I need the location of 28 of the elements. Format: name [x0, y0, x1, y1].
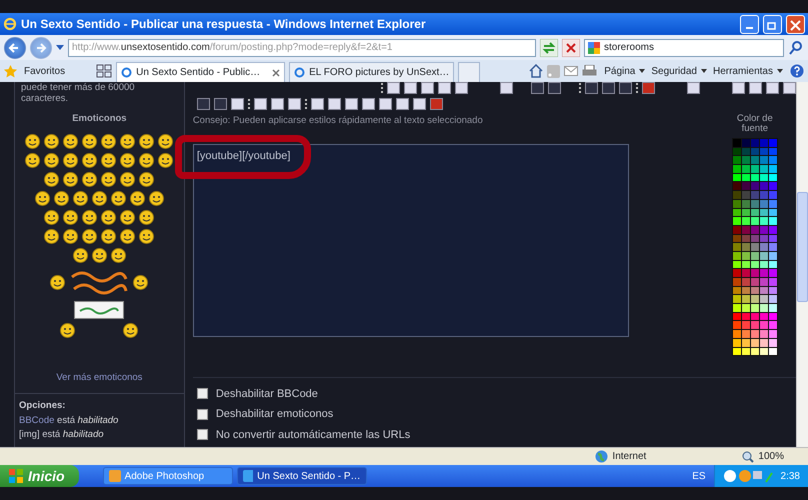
- tip-text: Consejo: Pueden aplicarse estilos rápidamente al texto seleccionado: [192, 114, 484, 128]
- search-field[interactable]: storerooms: [584, 38, 784, 56]
- font-color-label: Color de fuente: [736, 114, 774, 134]
- option-text: BBCode está habilitado: [19, 414, 120, 428]
- bbcode-link[interactable]: BBCode: [19, 414, 54, 426]
- checkbox-label: No convertir automáticamente las URLs: [216, 428, 410, 442]
- zone-text: Internet: [612, 450, 648, 464]
- taskbar-button[interactable]: Un Sexto Sentido - P…: [236, 467, 367, 485]
- language-indicator[interactable]: ES: [692, 468, 706, 484]
- emoticons-heading: Emoticonos: [71, 112, 128, 126]
- browser-tab[interactable]: Un Sexto Sentido - Public…: [116, 62, 286, 82]
- checkbox-label: Deshabilitar BBCode: [216, 386, 318, 402]
- options-heading: Opciones:: [19, 399, 66, 414]
- browser-tab[interactable]: EL FORO pictures by UnSext…: [289, 62, 454, 82]
- address-field[interactable]: http://www.unsextosentido.com/forum/posting.php?mode=reply&f=2&t=1: [68, 38, 536, 56]
- command-menu[interactable]: Seguridad: [648, 64, 710, 78]
- clock: 2:38: [780, 470, 800, 484]
- command-menu[interactable]: Página: [601, 64, 648, 78]
- checkbox-label: Deshabilitar emoticonos: [216, 407, 334, 422]
- command-menu[interactable]: Herramientas: [710, 64, 786, 78]
- option-text: [img] está habilitado: [19, 428, 105, 442]
- start-button[interactable]: Inicio: [0, 465, 79, 487]
- intro-text: puede tener más de 60000 caracteres.: [20, 82, 136, 104]
- message-field[interactable]: [youtube][/youtube]: [192, 144, 629, 338]
- zoom-level[interactable]: 100%: [758, 449, 784, 464]
- window-title: Un Sexto Sentido - Publicar una respuesta - Windows Internet Explorer: [21, 16, 427, 33]
- favorites-button[interactable]: Favoritos: [21, 64, 68, 78]
- more-emoticons-link[interactable]: Ver más emoticonos: [15, 371, 184, 386]
